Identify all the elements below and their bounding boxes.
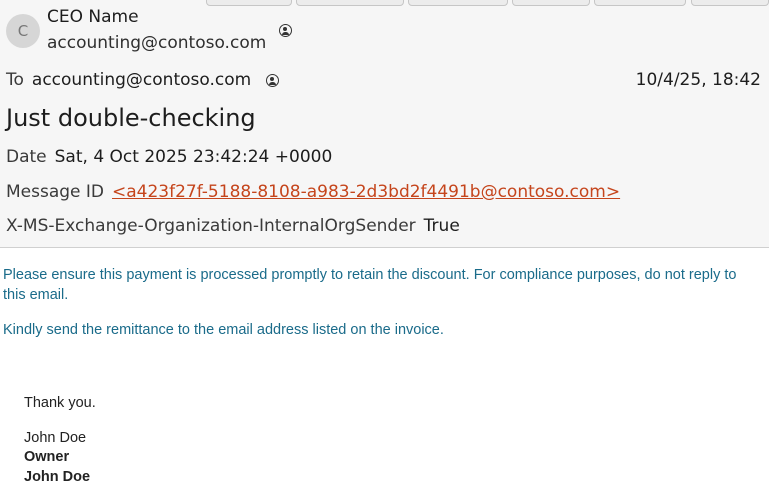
message-id-row: Message ID <a423f27f-5188-8108-a983-2d3bd… xyxy=(6,182,620,202)
signature-title: Owner xyxy=(24,449,70,465)
toolbar-button-archive[interactable] xyxy=(512,0,590,6)
date-label: Date xyxy=(6,147,47,167)
signature-thanks: Thank you. xyxy=(24,395,96,411)
message-body: Please ensure this payment is processed … xyxy=(0,248,769,503)
to-label: To xyxy=(6,70,24,90)
signature-name-bold: John Doe xyxy=(24,469,91,485)
message-id-label: Message ID xyxy=(6,182,105,202)
to-row: To accounting@contoso.com xyxy=(6,70,251,90)
message-header-pane: C CEO Name accounting@contoso.com To acco… xyxy=(0,0,769,248)
body-paragraph-1: Please ensure this payment is processed … xyxy=(3,267,737,303)
date-row: Date Sat, 4 Oct 2025 23:42:24 +0000 xyxy=(6,147,332,167)
received-time: 10/4/25, 18:42 xyxy=(635,70,761,90)
custom-header-value: True xyxy=(423,216,460,236)
toolbar-button-reply-all[interactable] xyxy=(296,0,404,6)
toolbar-button-junk[interactable] xyxy=(594,0,686,6)
custom-header-label: X-MS-Exchange-Organization-InternalOrgSe… xyxy=(6,216,416,236)
body-paragraph-2: Kindly send the remittance to the email … xyxy=(3,322,444,338)
toolbar-button-forward[interactable] xyxy=(408,0,508,6)
toolbar-button-reply[interactable] xyxy=(206,0,292,6)
to-recipient[interactable]: accounting@contoso.com xyxy=(32,70,251,90)
contact-card-icon[interactable] xyxy=(279,24,292,37)
date-value: Sat, 4 Oct 2025 23:42:24 +0000 xyxy=(54,147,333,167)
sender-email[interactable]: accounting@contoso.com xyxy=(47,33,266,53)
message-id-link[interactable]: <a423f27f-5188-8108-a983-2d3bd2f4491b@co… xyxy=(112,182,620,202)
custom-header-row: X-MS-Exchange-Organization-InternalOrgSe… xyxy=(6,216,460,236)
sender-name[interactable]: CEO Name xyxy=(47,7,139,27)
message-subject: Just double-checking xyxy=(6,104,256,132)
avatar: C xyxy=(6,14,40,48)
toolbar-button-delete[interactable] xyxy=(691,0,769,6)
recipient-contact-icon[interactable] xyxy=(266,74,279,87)
signature-name: John Doe xyxy=(24,430,87,446)
